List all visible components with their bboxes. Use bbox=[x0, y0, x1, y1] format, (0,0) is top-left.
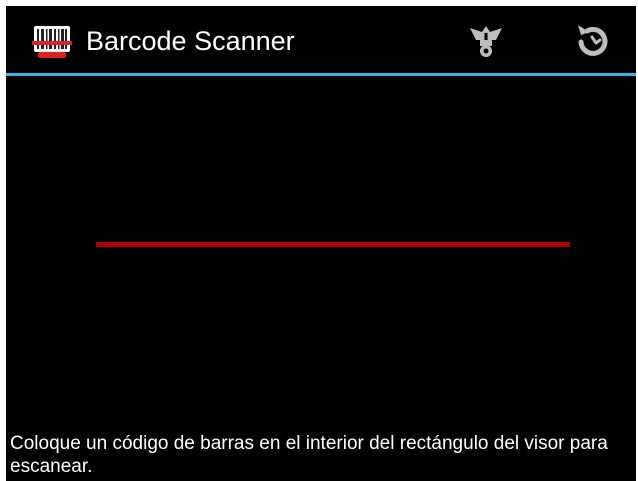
app-title: Barcode Scanner bbox=[86, 26, 295, 56]
share-button[interactable] bbox=[462, 16, 510, 64]
scanner-frame: Barcode Scanner Coloque un código de bar… bbox=[6, 6, 636, 481]
action-bar: Barcode Scanner bbox=[6, 6, 636, 73]
camera-viewfinder bbox=[6, 76, 636, 416]
share-icon bbox=[470, 26, 502, 57]
barcode-icon bbox=[32, 20, 72, 60]
scan-laser-line bbox=[96, 242, 570, 247]
status-message: Coloque un código de barras en el interi… bbox=[10, 433, 608, 477]
history-icon bbox=[578, 25, 608, 56]
screen: Barcode Scanner Coloque un código de bar… bbox=[0, 0, 638, 481]
history-button[interactable] bbox=[568, 16, 616, 64]
